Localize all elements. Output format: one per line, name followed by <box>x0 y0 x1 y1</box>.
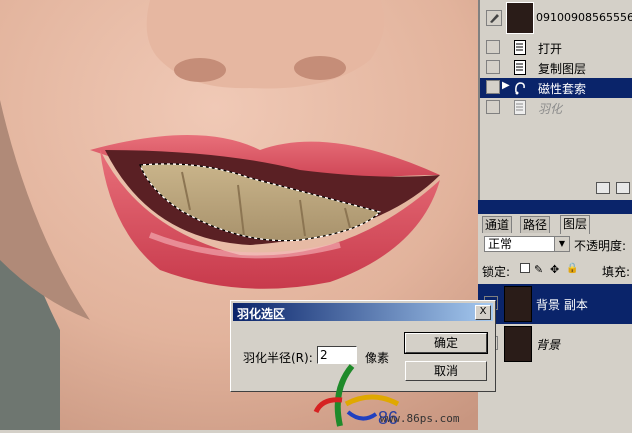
history-brush-slot[interactable] <box>486 100 500 114</box>
history-snapshot[interactable]: 09100908565556e56 <box>480 0 632 36</box>
tab-channels[interactable]: 通道 <box>482 216 513 233</box>
snapshot-thumbnail <box>506 2 534 34</box>
history-brush-slot[interactable] <box>486 60 500 74</box>
layer-thumbnail <box>504 326 532 362</box>
lock-all-icon[interactable]: 🔒 <box>566 263 578 274</box>
ok-button[interactable]: 确定 <box>404 332 488 354</box>
dialog-title-bar[interactable]: 羽化选区 X <box>233 303 493 321</box>
close-button[interactable]: X <box>475 305 491 320</box>
layer-row-background[interactable]: 背景 <box>478 324 632 364</box>
layers-panel: 通道 路径 图层 正常 ▼ 不透明度: 锁定: ✎ ✥ 🔒 填充: 背景 副本 … <box>478 214 632 430</box>
layer-name: 背景 <box>536 338 561 352</box>
panel-title-bar[interactable] <box>478 200 632 214</box>
right-panels: 09100908565556e56 打开 复制图层 ▶ 磁性套索 羽化 <box>478 0 632 430</box>
layer-name: 背景 副本 <box>536 298 588 312</box>
snapshot-name: 09100908565556e56 <box>536 11 632 24</box>
tab-paths[interactable]: 路径 <box>520 216 551 233</box>
layer-thumbnail <box>504 286 532 322</box>
watermark-url: www.86ps.com <box>380 412 460 425</box>
history-item-magnetic-lasso[interactable]: ▶ 磁性套索 <box>480 78 632 98</box>
history-brush-slot[interactable] <box>486 40 500 54</box>
history-item-duplicate-layer[interactable]: 复制图层 <box>480 58 632 78</box>
history-step-icon <box>514 40 526 55</box>
feather-radius-label: 羽化半径(R): <box>243 351 313 365</box>
opacity-label: 不透明度: <box>574 239 627 253</box>
history-item-open[interactable]: 打开 <box>480 38 632 58</box>
magnetic-lasso-icon <box>515 82 525 95</box>
fill-label: 填充: <box>602 265 631 279</box>
blend-mode-select[interactable]: 正常 ▼ <box>484 236 570 252</box>
history-item-label: 复制图层 <box>538 62 587 76</box>
watermark: 86 www.86ps.com <box>312 360 482 430</box>
history-brush-icon[interactable] <box>486 10 502 26</box>
lock-paint-icon[interactable]: ✎ <box>534 263 543 276</box>
lock-row: 锁定: ✎ ✥ 🔒 填充: <box>482 262 632 279</box>
lock-transparency-icon[interactable] <box>520 263 530 273</box>
history-item-label: 磁性套索 <box>538 82 587 96</box>
blend-mode-value: 正常 <box>488 237 513 251</box>
history-brush-slot[interactable] <box>486 80 500 94</box>
history-panel: 09100908565556e56 打开 复制图层 ▶ 磁性套索 羽化 <box>478 0 632 200</box>
history-item-label: 羽化 <box>538 102 563 116</box>
panel-tabs: 通道 路径 图层 <box>478 215 632 234</box>
history-step-icon <box>514 60 526 75</box>
history-item-feather[interactable]: 羽化 <box>480 98 632 118</box>
history-footer <box>480 180 632 196</box>
chevron-down-icon[interactable]: ▼ <box>554 237 569 251</box>
history-step-icon <box>514 100 526 115</box>
new-document-icon[interactable] <box>616 182 630 194</box>
layer-row-background-copy[interactable]: 背景 副本 <box>478 284 632 324</box>
dialog-title: 羽化选区 <box>237 307 286 321</box>
tab-layers[interactable]: 图层 <box>560 215 591 234</box>
history-item-label: 打开 <box>538 42 563 56</box>
lock-move-icon[interactable]: ✥ <box>550 263 559 276</box>
history-state-arrow-icon: ▶ <box>502 80 510 91</box>
lock-label: 锁定: <box>482 265 511 279</box>
new-snapshot-icon[interactable] <box>596 182 610 194</box>
